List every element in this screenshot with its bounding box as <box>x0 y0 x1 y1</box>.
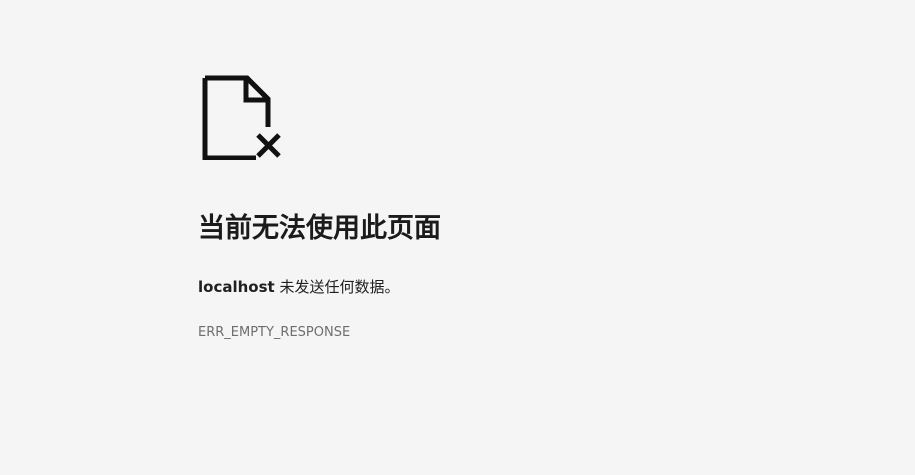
broken-file-icon <box>200 74 286 160</box>
message-text: 未发送任何数据。 <box>274 278 400 296</box>
page-title: 当前无法使用此页面 <box>198 213 441 244</box>
error-message: localhost 未发送任何数据。 <box>198 276 399 298</box>
host-name: localhost <box>198 278 275 296</box>
error-code: ERR_EMPTY_RESPONSE <box>198 325 351 340</box>
